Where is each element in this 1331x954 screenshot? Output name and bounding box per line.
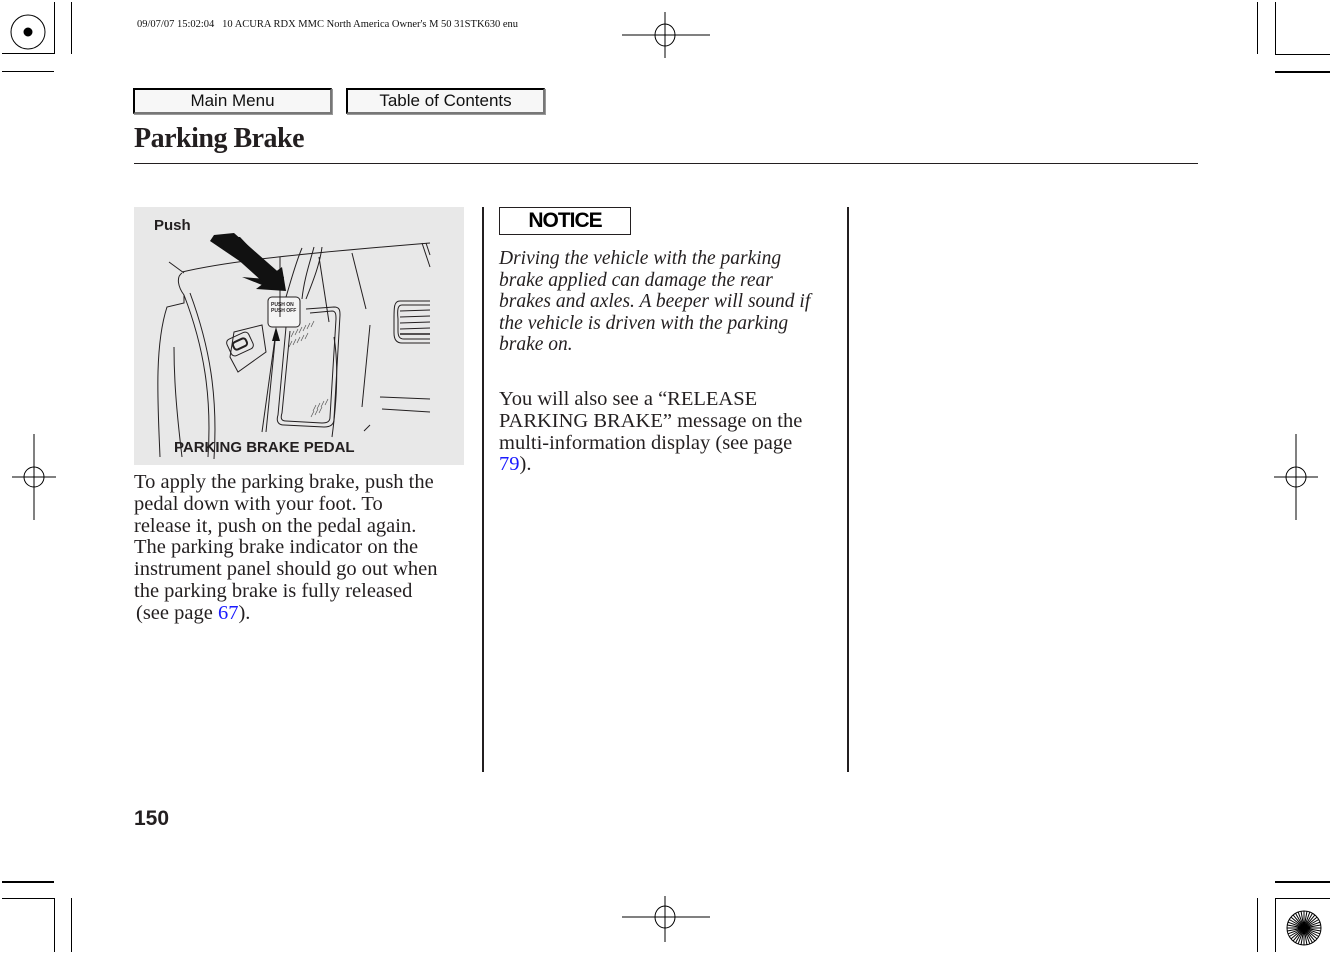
paragraph-line: PARKING BRAKE” message on the xyxy=(499,409,803,432)
crop-mark xyxy=(71,898,72,952)
crop-mark xyxy=(1275,898,1330,899)
crop-mark xyxy=(54,898,55,952)
reference-suffix: ). xyxy=(238,601,251,624)
release-message-paragraph: You will also see a “RELEASE PARKING BRA… xyxy=(499,388,844,476)
crop-mark xyxy=(2,898,54,899)
crosshair-registration-icon xyxy=(1274,434,1318,520)
pedal-text-line: PUSH OFF xyxy=(271,308,297,314)
notice-badge: NOTICE xyxy=(499,207,631,235)
crop-mark xyxy=(1275,881,1330,883)
page-67-link[interactable]: 67 xyxy=(218,602,239,624)
paragraph-line: the parking brake is fully released xyxy=(134,579,413,602)
crop-mark xyxy=(1275,71,1330,73)
crop-mark xyxy=(71,2,72,54)
paragraph-line: multi-information display (see page xyxy=(499,431,793,454)
page-title: Parking Brake xyxy=(134,123,305,154)
notice-line: brake on. xyxy=(499,334,573,355)
paragraph-line: To apply the parking brake, push the xyxy=(134,471,434,493)
dashboard-drawing xyxy=(157,233,431,460)
page-reference-line: (see page 67). xyxy=(134,601,474,625)
notice-line: the vehicle is driven with the parking xyxy=(499,312,789,334)
main-menu-button[interactable]: Main Menu xyxy=(133,88,332,114)
apply-release-paragraph: To apply the parking brake, push the ped… xyxy=(134,471,474,625)
push-label: Push xyxy=(154,217,191,234)
crop-mark xyxy=(1257,898,1258,952)
title-divider xyxy=(134,163,1198,164)
column-divider xyxy=(482,207,484,772)
reference-suffix: ). xyxy=(519,453,532,476)
page-79-link[interactable]: 79 xyxy=(499,453,520,475)
crop-mark xyxy=(1257,2,1258,54)
crop-mark xyxy=(2,53,54,54)
crop-mark xyxy=(54,2,55,54)
notice-line: brakes and axles. A beeper will sound if xyxy=(499,291,811,312)
starburst-registration-icon xyxy=(1286,910,1322,946)
crop-mark xyxy=(2,881,54,883)
pedal-text: PUSH ON PUSH OFF xyxy=(271,302,296,314)
table-of-contents-button[interactable]: Table of Contents xyxy=(346,88,545,114)
paragraph-line: pedal down with your foot. To xyxy=(134,492,383,515)
crop-mark xyxy=(1275,898,1276,952)
print-job-header: 09/07/07 15:02:04 10 ACURA RDX MMC North… xyxy=(137,19,519,30)
paragraph-line: release it, push on the pedal again. xyxy=(134,514,417,537)
column-divider xyxy=(847,207,849,772)
notice-line: brake applied can damage the rear xyxy=(499,269,773,291)
notice-text: Driving the vehicle with the parking bra… xyxy=(499,248,844,356)
crosshair-registration-icon xyxy=(12,434,56,520)
reference-prefix: (see page xyxy=(136,601,218,624)
crop-mark xyxy=(1275,54,1330,55)
page-reference-line: 79). xyxy=(499,453,844,476)
page-number: 150 xyxy=(134,807,170,830)
crop-mark xyxy=(2,71,54,72)
parking-brake-illustration: Push PUSH ON PUSH OFF PARKING BRAKE PEDA… xyxy=(134,207,464,465)
paragraph-line: instrument panel should go out when xyxy=(134,558,438,581)
crop-mark xyxy=(1275,2,1276,55)
paragraph-line: The parking brake indicator on the xyxy=(134,536,419,559)
crosshair-registration-icon xyxy=(622,12,710,58)
crosshair-registration-icon xyxy=(622,896,710,942)
paragraph-line: You will also see a “RELEASE xyxy=(499,388,758,410)
starburst-registration-icon xyxy=(10,14,46,50)
parking-brake-pedal-label: PARKING BRAKE PEDAL xyxy=(174,439,355,456)
notice-line: Driving the vehicle with the parking xyxy=(499,248,782,269)
